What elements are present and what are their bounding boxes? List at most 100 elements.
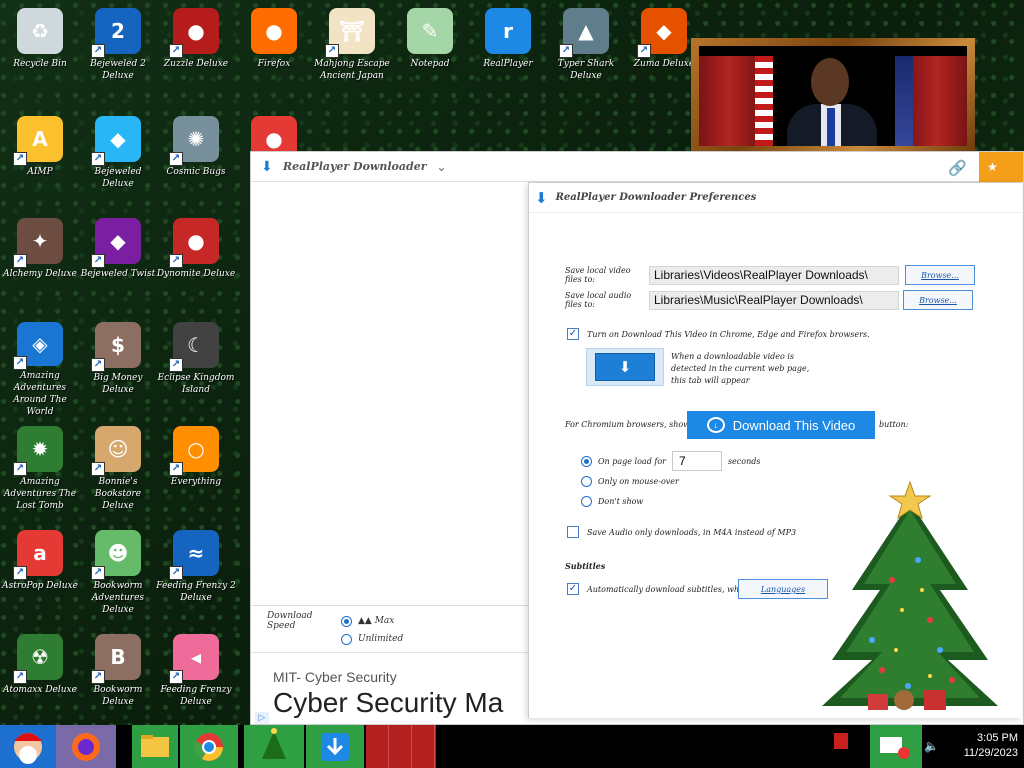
- notepad-icon: ✎: [407, 8, 453, 54]
- speed-unlimited-radio[interactable]: [341, 633, 352, 645]
- link-icon[interactable]: 🔗: [948, 159, 967, 177]
- desktop-icon-realplayer[interactable]: r RealPlayer: [468, 8, 548, 104]
- photo: [699, 46, 967, 146]
- adchoices-icon[interactable]: ▷: [255, 712, 269, 724]
- save-audio-checkbox[interactable]: [567, 526, 579, 538]
- shortcut-arrow-icon: ↗: [169, 670, 183, 684]
- desktop-icon-label: Alchemy Deluxe: [3, 269, 77, 279]
- shortcut-arrow-icon: ↗: [169, 152, 183, 166]
- dtv-checkbox[interactable]: ✓: [567, 328, 579, 340]
- dont-show-radio[interactable]: [581, 495, 592, 507]
- desktop-icon-bejeweled2[interactable]: 2 ↗ Bejeweled 2 Deluxe: [78, 8, 158, 104]
- speed-max-radio[interactable]: [341, 615, 352, 627]
- shortcut-arrow-icon: ↗: [91, 44, 105, 58]
- desktop-icon-label: Big Money Deluxe: [93, 373, 143, 395]
- desktop-icon-zuzzle[interactable]: ● ↗ Zuzzle Deluxe: [156, 8, 236, 104]
- dtv-checkbox-label: Turn on Download This Video in Chrome, E…: [587, 329, 870, 339]
- bonnie-icon: ☺ ↗: [91, 426, 141, 476]
- desktop-icon-bigmoney[interactable]: $ ↗ Big Money Deluxe: [78, 322, 158, 418]
- subtitles-checkbox[interactable]: ✓: [567, 583, 579, 595]
- desktop-icon-everything[interactable]: ○ ↗ Everything: [156, 426, 236, 522]
- taskbar-file-explorer[interactable]: [132, 725, 178, 768]
- button-suffix-label: button:: [879, 420, 909, 429]
- star-button[interactable]: ★: [979, 152, 1023, 182]
- volume-icon[interactable]: 🔈: [924, 725, 940, 768]
- desktop-icon-label: Bejeweled Deluxe: [94, 167, 142, 189]
- taskbar-realplayer-downloader[interactable]: [306, 725, 364, 768]
- desktop-icon-bejtwist[interactable]: ◆ ↗ Bejeweled Twist: [78, 218, 158, 314]
- ad-banner[interactable]: MIT- Cyber Security Cyber Security Ma ▷: [251, 652, 529, 726]
- shortcut-arrow-icon: ↗: [169, 44, 183, 58]
- desktop-icon-bejeweled[interactable]: ◆ ↗ Bejeweled Deluxe: [78, 116, 158, 212]
- dtv-preview-description: When a downloadable video is detected in…: [671, 352, 810, 385]
- desktop-icon-mahjong[interactable]: ⛩ ↗ Mahjong Escape Ancient Japan: [312, 8, 392, 104]
- astropop-icon: a ↗: [13, 530, 63, 580]
- everything-icon: ○ ↗: [169, 426, 219, 476]
- realplayer-icon: r: [485, 8, 531, 54]
- atomaxx-icon: ☢ ↗: [13, 634, 63, 684]
- desktop-icon-label: AIMP: [27, 167, 53, 177]
- desktop-icon-label: Cosmic Bugs: [166, 167, 226, 177]
- desktop-icon-losttomb[interactable]: ✹ ↗ Amazing Adventures The Lost Tomb: [0, 426, 80, 522]
- browse-audio-button[interactable]: Browse...: [903, 290, 973, 310]
- shortcut-arrow-icon: ↗: [559, 44, 573, 58]
- show-on-load-radio[interactable]: [581, 455, 592, 467]
- download-icon: ⬇: [535, 188, 548, 207]
- taskbar-pattern-app[interactable]: [366, 725, 436, 768]
- santa-icon: [14, 733, 42, 764]
- taskbar-chrome[interactable]: [180, 725, 238, 768]
- browse-video-button[interactable]: Browse...: [905, 265, 975, 285]
- desktop-icon-alchemy[interactable]: ✦ ↗ Alchemy Deluxe: [0, 218, 80, 314]
- desktop-icon-aimp[interactable]: A ↗ AIMP: [0, 116, 80, 212]
- desktop-icon-aroundworld[interactable]: ◈ ↗ Amazing Adventures Around The World: [0, 322, 80, 418]
- seconds-input[interactable]: 7: [671, 451, 722, 471]
- desktop-icon-cosmicbugs[interactable]: ✺ ↗ Cosmic Bugs: [156, 116, 236, 212]
- desktop-icon-atomaxx[interactable]: ☢ ↗ Atomaxx Deluxe: [0, 634, 80, 730]
- taskbar: 🔈 3:05 PM 11/29/2023: [0, 725, 1024, 768]
- desktop-icon-label: RealPlayer: [483, 59, 533, 69]
- person: [811, 58, 849, 106]
- bejeweled-icon: ◆ ↗: [91, 116, 141, 166]
- seconds-label: seconds: [727, 456, 761, 466]
- shortcut-arrow-icon: ↗: [91, 462, 105, 476]
- desktop-icon-feedingfrenzy[interactable]: ◂ ↗ Feeding Frenzy Deluxe: [156, 634, 236, 730]
- desktop-icon-astropop[interactable]: a ↗ AstroPop Deluxe: [0, 530, 80, 626]
- desktop-icon-eclipse[interactable]: ☾ ↗ Eclipse Kingdom Island: [156, 322, 236, 418]
- clock-time: 3:05 PM: [977, 732, 1018, 744]
- download-this-video-button[interactable]: ↓ Download This Video: [687, 411, 875, 439]
- desktop-icon-bookworm-adv[interactable]: ☻ ↗ Bookworm Adventures Deluxe: [78, 530, 158, 626]
- zuma-icon: ◆ ↗: [637, 8, 687, 58]
- desktop-icon-recycle[interactable]: ♻ Recycle Bin: [0, 8, 80, 104]
- person: [827, 108, 835, 146]
- shortcut-arrow-icon: ↗: [13, 670, 27, 684]
- desktop-icon-firefox[interactable]: ● Firefox: [234, 8, 314, 104]
- desktop-icon-notepad[interactable]: ✎ Notepad: [390, 8, 470, 104]
- desktop-icon-label: Bonnie's Bookstore Deluxe: [94, 477, 142, 511]
- dont-show-row: Don't show: [581, 492, 643, 510]
- aroundworld-icon: ◈ ↗: [13, 322, 63, 370]
- audio-path-field[interactable]: Libraries\Music\RealPlayer Downloads\: [649, 290, 899, 310]
- desktop-icon-label: Mahjong Escape Ancient Japan: [314, 59, 390, 81]
- desktop-icon-feedingfrenzy2[interactable]: ≈ ↗ Feeding Frenzy 2 Deluxe: [156, 530, 236, 626]
- mouse-over-radio[interactable]: [581, 475, 592, 487]
- desktop-icon-dynomite[interactable]: ● ↗ Dynomite Deluxe: [156, 218, 236, 314]
- desktop-icon-bookworm[interactable]: B ↗ Bookworm Deluxe: [78, 634, 158, 730]
- shortcut-arrow-icon: ↗: [91, 670, 105, 684]
- desktop-icon-label: Dynomite Deluxe: [156, 269, 236, 279]
- desktop-icon-bonnie[interactable]: ☺ ↗ Bonnie's Bookstore Deluxe: [78, 426, 158, 522]
- chevron-down-icon[interactable]: ⌄: [437, 160, 447, 174]
- tray-network-icon[interactable]: [870, 725, 922, 768]
- video-path-row: Save local video files to: Libraries\Vid…: [565, 265, 975, 285]
- mouse-over-label: Only on mouse-over: [598, 476, 679, 486]
- alchemy-icon: ✦ ↗: [13, 218, 63, 268]
- start-button[interactable]: [0, 725, 56, 768]
- video-path-field[interactable]: Libraries\Videos\RealPlayer Downloads\: [649, 265, 899, 285]
- firefox-icon: ●: [251, 8, 297, 54]
- shortcut-arrow-icon: ↗: [91, 152, 105, 166]
- taskbar-firefox[interactable]: [56, 725, 116, 768]
- tray-clock[interactable]: 3:05 PM 11/29/2023: [964, 731, 1018, 761]
- desktop-icon-typershark[interactable]: ▲ ↗ Typer Shark Deluxe: [546, 8, 626, 104]
- taskbar-tree-app[interactable]: [244, 725, 304, 768]
- tray-flag-icon[interactable]: [832, 725, 852, 768]
- shortcut-arrow-icon: ↗: [91, 566, 105, 580]
